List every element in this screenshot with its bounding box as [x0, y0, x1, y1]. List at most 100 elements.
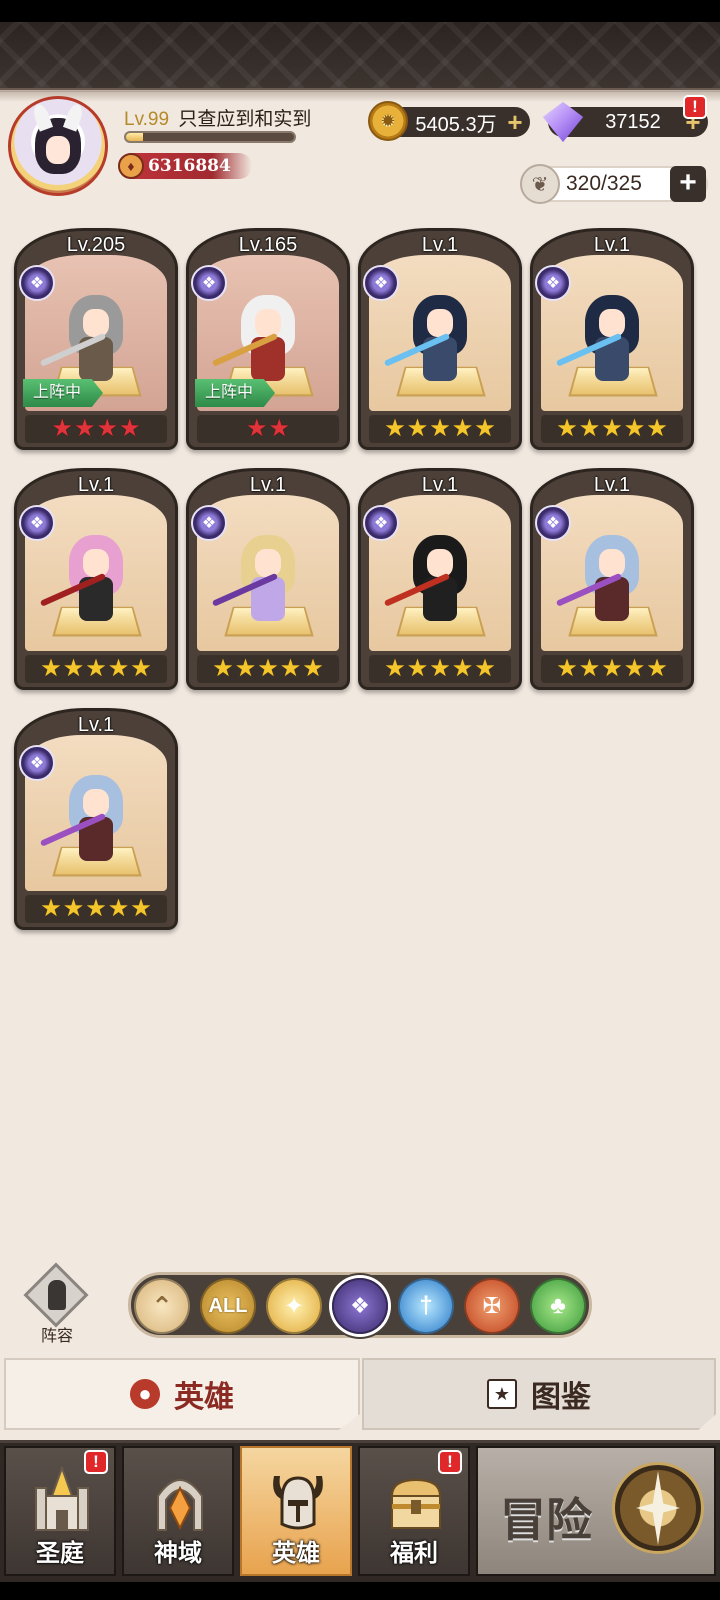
hero-star-rating: ★ ★ ★ ★: [25, 415, 167, 443]
player-level: Lv.99: [124, 109, 170, 130]
hero-level: Lv.1: [421, 474, 459, 496]
star-book-icon: ★: [487, 1379, 517, 1409]
hero-card[interactable]: Lv.1 ❖ ★ ★ ★ ★ ★: [14, 708, 178, 930]
star-icon: ★: [62, 655, 85, 682]
star-icon: ★: [85, 655, 107, 682]
star-icon: ★: [474, 655, 496, 682]
star-icon: ★: [40, 895, 62, 922]
lineup-button[interactable]: 阵容: [23, 1262, 90, 1345]
tab-heroes[interactable]: ● 英雄: [4, 1358, 360, 1430]
star-icon: ★: [85, 895, 107, 922]
hero-sprite: [555, 291, 647, 391]
hero-level: Lv.1: [421, 234, 459, 256]
star-icon: ★: [119, 415, 141, 442]
beast-faction-icon[interactable]: ✠: [464, 1278, 520, 1334]
star-icon: ★: [130, 655, 152, 682]
hero-level: Lv.1: [593, 474, 631, 496]
hero-level: Lv.205: [66, 234, 126, 256]
hero-sprite: [39, 531, 131, 631]
star-icon: ★: [130, 895, 152, 922]
castle-icon: [35, 1466, 89, 1531]
hero-level: Lv.1: [77, 714, 115, 736]
star-icon: ★: [212, 655, 234, 682]
hero-level: Lv.1: [249, 474, 287, 496]
top-banner: [0, 22, 720, 102]
star-icon: ★: [429, 415, 451, 442]
stamina-add-button[interactable]: +: [670, 166, 706, 202]
nav-divine-realm[interactable]: 神域: [122, 1446, 234, 1576]
deployed-tag: 上阵中: [23, 379, 104, 407]
nav-heroes-label: 英雄: [272, 1540, 320, 1567]
star-icon: ★: [451, 655, 474, 682]
light-faction-icon[interactable]: ✦: [266, 1278, 322, 1334]
star-icon: ★: [302, 655, 324, 682]
star-icon: ★: [107, 655, 130, 682]
tab-heroes-label: 英雄: [174, 1381, 234, 1414]
system-nav-bar: [0, 1582, 720, 1600]
star-icon: ★: [279, 655, 302, 682]
star-icon: ★: [384, 655, 406, 682]
hero-grid: Lv.205 ❖ 上阵中 ★ ★ ★ ★ Lv.165 ❖ 上阵中 ★ ★ Lv.1 ❖ ★ ★ ★ ★ ★ Lv.1…: [14, 228, 714, 948]
compass-icon: [612, 1462, 704, 1554]
star-icon: ★: [40, 655, 62, 682]
hero-card[interactable]: Lv.205 ❖ 上阵中 ★ ★ ★ ★: [14, 228, 178, 450]
star-icon: ★: [406, 415, 429, 442]
exp-fill: [126, 133, 143, 141]
adventure-button[interactable]: 冒险: [476, 1446, 716, 1576]
hero-sprite: [211, 291, 303, 391]
stamina-value: 320/325: [566, 172, 642, 195]
nature-faction-icon[interactable]: ♣: [530, 1278, 586, 1334]
hero-card[interactable]: Lv.1 ❖ ★ ★ ★ ★ ★: [358, 468, 522, 690]
hero-star-rating: ★ ★ ★ ★ ★: [25, 655, 167, 683]
filter-all[interactable]: ALL: [200, 1278, 256, 1334]
gold-add-icon[interactable]: +: [504, 109, 526, 135]
divine-crystal-icon: [157, 1479, 203, 1531]
tab-album-label: 图鉴: [531, 1381, 591, 1414]
hero-star-rating: ★ ★ ★ ★ ★: [369, 655, 511, 683]
star-icon: ★: [384, 415, 406, 442]
star-icon: ★: [623, 655, 646, 682]
dark-faction-icon: ❖: [535, 265, 571, 301]
nav-divine-realm-label: 神域: [154, 1540, 202, 1567]
hero-level: Lv.1: [77, 474, 115, 496]
order-faction-icon[interactable]: †: [398, 1278, 454, 1334]
tab-album[interactable]: ★ 图鉴: [362, 1358, 716, 1430]
star-icon: ★: [646, 655, 668, 682]
gem-value: 37152: [605, 110, 661, 133]
gem-alert-badge: !: [683, 95, 707, 119]
hero-card[interactable]: Lv.165 ❖ 上阵中 ★ ★: [186, 228, 350, 450]
collapse-filter-icon[interactable]: ⌃: [134, 1278, 190, 1334]
hero-card[interactable]: Lv.1 ❖ ★ ★ ★ ★ ★: [530, 228, 694, 450]
player-level-name: Lv.99 只查应到和实到: [124, 104, 311, 131]
status-bar: [0, 0, 720, 22]
dark-faction-icon: ❖: [363, 265, 399, 301]
dark-faction-icon: ❖: [363, 505, 399, 541]
dark-faction-icon: ❖: [19, 745, 55, 781]
hero-card[interactable]: Lv.1 ❖ ★ ★ ★ ★ ★: [530, 468, 694, 690]
dark-faction-icon: ❖: [19, 505, 55, 541]
star-icon: ★: [429, 655, 451, 682]
nav-welfare-alert: !: [438, 1450, 462, 1474]
nav-holy-court-alert: !: [84, 1450, 108, 1474]
star-icon: ★: [578, 655, 601, 682]
dark-faction-icon[interactable]: ❖: [332, 1278, 388, 1334]
hero-star-rating: ★ ★ ★ ★ ★: [25, 895, 167, 923]
hero-card[interactable]: Lv.1 ❖ ★ ★ ★ ★ ★: [14, 468, 178, 690]
faction-filter-bar: ⌃ ALL ✦ ❖ † ✠ ♣: [128, 1272, 592, 1338]
star-icon: ★: [601, 415, 623, 442]
dark-faction-icon: ❖: [191, 505, 227, 541]
star-icon: ★: [601, 655, 623, 682]
stamina-counter[interactable]: ❦ 320/325 +: [520, 164, 708, 204]
treasure-chest-icon: [390, 1478, 442, 1529]
power-icon: ♦: [118, 153, 144, 179]
hero-card[interactable]: Lv.1 ❖ ★ ★ ★ ★ ★: [358, 228, 522, 450]
star-icon: ★: [556, 655, 578, 682]
player-avatar[interactable]: [8, 96, 108, 196]
star-icon: ★: [268, 415, 291, 442]
gold-counter[interactable]: ✹ 5405.3万 +: [368, 101, 530, 141]
star-icon: ★: [107, 895, 130, 922]
hero-card[interactable]: Lv.1 ❖ ★ ★ ★ ★ ★: [186, 468, 350, 690]
nav-heroes[interactable]: 英雄: [240, 1446, 352, 1576]
adventure-label: 冒险: [500, 1493, 592, 1547]
star-icon: ★: [234, 655, 257, 682]
